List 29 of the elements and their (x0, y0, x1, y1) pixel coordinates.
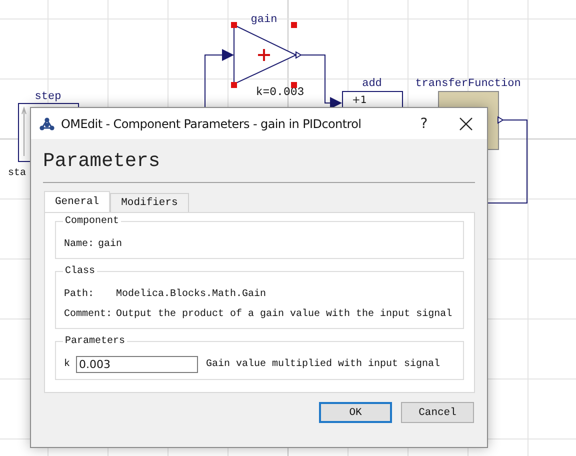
dialog-heading: Parameters (43, 149, 160, 174)
block-label: transferFunction (415, 78, 521, 90)
tab[interactable]: Modifiers (110, 193, 189, 212)
output-arrow-icon (498, 116, 504, 124)
block-caption: sta (8, 168, 26, 179)
field-label: Path: (64, 288, 96, 302)
block-label: gain (250, 14, 278, 26)
parameter-input[interactable]: 0.003 (76, 356, 198, 373)
tab[interactable]: General (44, 191, 110, 212)
parameter-label: k=0.003 (256, 86, 304, 99)
parameter-description: Gain value multiplied with input signal (206, 359, 440, 370)
field-label: Name: (64, 238, 94, 252)
window-title: OMEdit - Component Parameters - gain in PIDcontrol (61, 116, 362, 130)
field-value: gain (98, 238, 124, 252)
cancel-button[interactable]: Cancel (401, 402, 474, 423)
parameter-name: k (64, 359, 70, 370)
group-title: Component (63, 215, 122, 228)
help-button[interactable]: ? (409, 116, 439, 132)
ok-button[interactable]: OK (319, 402, 392, 423)
input-arrow-icon (222, 49, 234, 61)
field-label: Comment: (64, 308, 112, 322)
sign-label: +1 (352, 95, 367, 106)
field-value: Modelica.Blocks.Math.Gain (116, 288, 268, 302)
close-icon (459, 116, 473, 130)
field-value: Output the product of a gain value with the input signal (116, 308, 454, 322)
app-icon (39, 116, 55, 132)
block-label: add (362, 78, 382, 90)
input-arrow-icon (330, 97, 342, 109)
block-label: step (34, 91, 62, 103)
